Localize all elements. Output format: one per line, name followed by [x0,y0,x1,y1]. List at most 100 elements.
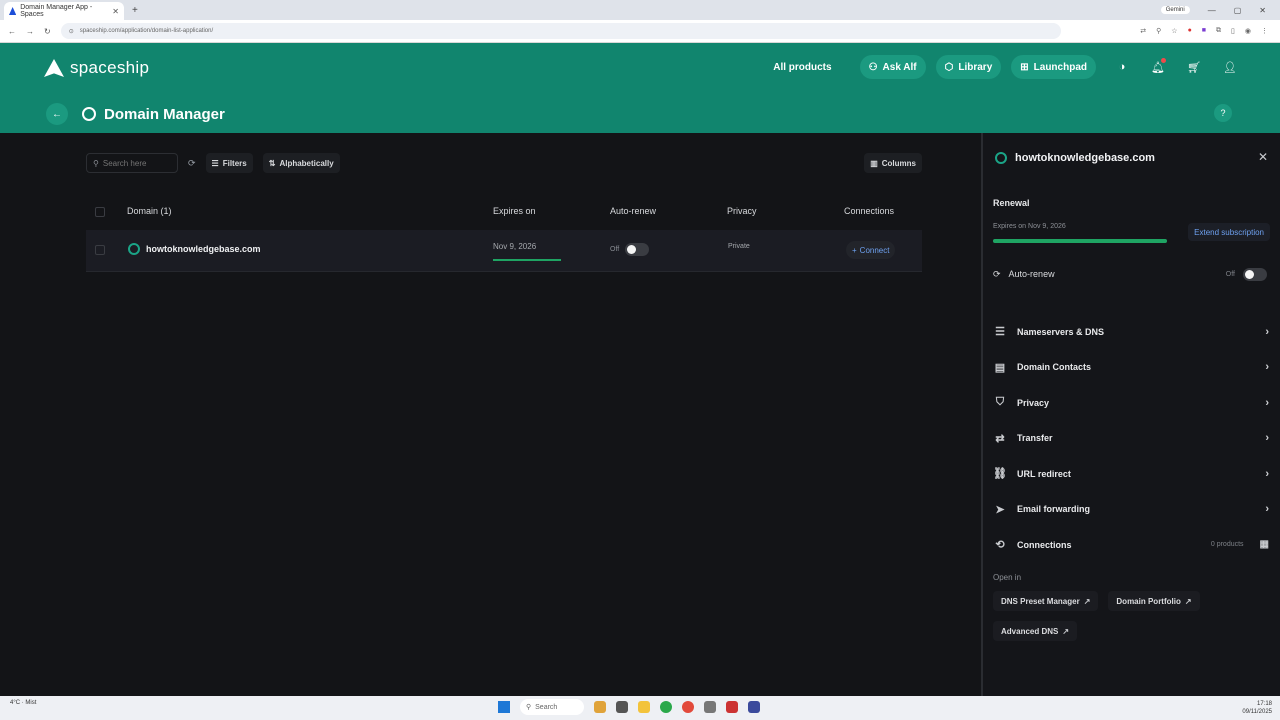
menu-connections[interactable]: ⟲ Connections 0 products ▦ [993,527,1269,563]
sort-button[interactable]: ⇅ Alphabetically [262,153,340,173]
start-button-icon[interactable] [498,701,510,713]
spaceship-favicon-icon [9,7,17,15]
theme-icon[interactable]: ◑ [1112,57,1132,77]
maximize-icon[interactable]: ▢ [1234,6,1242,15]
app-red-icon[interactable] [726,701,738,713]
cart-icon[interactable]: 🛒︎ [1184,57,1204,77]
gemini-chip[interactable]: Gemini [1160,6,1190,14]
site-info-icon[interactable]: ⊙ [69,28,74,35]
select-all-checkbox[interactable] [95,207,105,217]
app-headset-icon[interactable] [748,701,760,713]
profile-icon[interactable]: ◉ [1245,27,1251,35]
menu-email-forwarding[interactable]: ➤ Email forwarding › [993,492,1269,528]
panel-autorenew-label: Auto-renew [1008,269,1055,279]
file-explorer-icon[interactable] [638,701,650,713]
col-privacy[interactable]: Privacy [727,206,757,216]
panel-menu: ☰ Nameservers & DNS › ▤ Domain Contacts … [993,314,1269,563]
spaceship-logo[interactable]: spaceship [44,58,149,78]
table-row[interactable]: howtoknowledgebase.com Nov 9, 2026 Off P… [86,230,922,272]
menu-transfer[interactable]: ⇄ Transfer › [993,421,1269,457]
chrome-icon[interactable] [682,701,694,713]
search-icon: ⚲ [93,158,99,168]
forward-nav-icon[interactable]: → [26,27,34,36]
menu-contacts[interactable]: ▤ Domain Contacts › [993,350,1269,386]
panel-autorenew-toggle[interactable] [1243,267,1267,281]
app-green-icon[interactable] [660,701,672,713]
taskbar-search-label: Search [535,703,558,711]
menu-url-redirect[interactable]: ⛓ URL redirect › [993,456,1269,492]
library-button[interactable]: ⬡ Library [935,55,1002,79]
filters-button[interactable]: ☰ Filters [205,153,253,173]
dns-preset-manager-link[interactable]: DNS Preset Manager ↗ [993,591,1099,611]
menu-privacy[interactable]: ⛉ Privacy › [993,385,1269,421]
connections-count: 0 products [1210,541,1244,549]
connect-label: Connect [859,245,890,255]
sort-label: Alphabetically [279,158,334,168]
launchpad-button[interactable]: ⊞ Launchpad [1011,55,1096,79]
bookmark-star-icon[interactable]: ☆ [1171,27,1177,35]
search-box[interactable]: ⚲ [86,153,178,173]
col-domain[interactable]: Domain (1) [127,206,172,216]
autorenew-toggle[interactable] [625,243,650,256]
connect-button[interactable]: + Connect [846,241,896,259]
minimize-icon[interactable]: — [1208,6,1216,15]
refresh-icon[interactable]: ⟳ [188,158,196,169]
task-view-icon[interactable] [616,701,628,713]
tab-close-icon[interactable]: ✕ [112,7,119,16]
system-clock[interactable]: 17:18 09/11/2025 [1242,700,1272,716]
panel-header: howtoknowledgebase.com [995,152,1155,164]
settings-icon[interactable] [704,701,716,713]
col-autorenew[interactable]: Auto-renew [610,206,656,216]
extension-purple-icon[interactable]: ■ [1202,27,1206,35]
reload-icon[interactable]: ↻ [44,27,51,36]
weather-widget[interactable]: 4°C · Mist [10,700,36,706]
notifications-bell-icon[interactable]: 🔔︎ [1148,57,1168,77]
zoom-icon[interactable]: ⚲ [1156,27,1161,35]
domain-cell[interactable]: howtoknowledgebase.com [128,243,261,255]
manage-connections-icon[interactable]: ▦ [1260,539,1269,550]
col-connections[interactable]: Connections [844,206,894,216]
extensions-puzzle-icon[interactable]: ⧉ [1216,27,1221,35]
logo-text: spaceship [70,58,150,77]
widgets-app-icon[interactable] [594,701,606,713]
dns-preset-label: DNS Preset Manager [1001,596,1080,606]
new-tab-icon[interactable]: + [132,5,138,16]
browser-menu-icon[interactable]: ⋮ [1261,27,1268,35]
browser-address-bar: ← → ↻ ⊙ spaceship.com/application/domain… [0,20,1280,43]
expiry-progress-bar [493,259,561,261]
sidebar-icon[interactable]: ▯ [1231,27,1235,35]
help-icon[interactable]: ? [1214,104,1232,122]
autorenew-state: Off [610,246,620,253]
browser-tab[interactable]: Domain Manager App - Spaces ✕ [4,2,124,20]
columns-button[interactable]: ▥ Columns [864,153,922,173]
menu-nameservers[interactable]: ☰ Nameservers & DNS › [993,314,1269,350]
library-icon: ⬡ [944,61,954,73]
advanced-dns-link[interactable]: Advanced DNS ↗ [993,621,1078,641]
back-button[interactable]: ← [46,103,68,125]
notification-dot [1161,58,1166,63]
close-window-icon[interactable]: ✕ [1259,6,1266,15]
plus-icon: + [852,245,857,255]
extension-red-icon[interactable]: ● [1188,27,1192,35]
translate-icon[interactable]: ⇄ [1140,27,1146,35]
taskbar-search[interactable]: ⚲ Search [520,699,584,715]
account-icon[interactable]: 👤︎ [1220,57,1240,77]
all-products-link[interactable]: All products [773,62,831,73]
domain-detail-panel: howtoknowledgebase.com ✕ Renewal Expires… [981,133,1280,696]
extend-subscription-button[interactable]: Extend subscription [1188,223,1270,241]
ask-alf-button[interactable]: ⚇ Ask Alf [859,55,926,79]
search-icon: ⚲ [526,704,532,711]
back-nav-icon[interactable]: ← [8,27,16,36]
launchpad-label: Launchpad [1033,61,1087,73]
col-expires[interactable]: Expires on [493,206,536,216]
row-checkbox[interactable] [95,245,105,255]
url-field[interactable]: ⊙ spaceship.com/application/domain-list-… [60,23,1061,39]
domain-portfolio-link[interactable]: Domain Portfolio ↗ [1108,591,1200,611]
search-input[interactable] [102,158,171,168]
chevron-right-icon: › [1265,432,1269,445]
autorenew-cell: Off [610,243,650,256]
menu-email-forwarding-label: Email forwarding [1017,504,1091,515]
close-icon[interactable]: ✕ [1258,150,1268,164]
page-title: Domain Manager [82,106,225,123]
browser-tab-bar: Domain Manager App - Spaces ✕ + Gemini —… [0,0,1280,20]
